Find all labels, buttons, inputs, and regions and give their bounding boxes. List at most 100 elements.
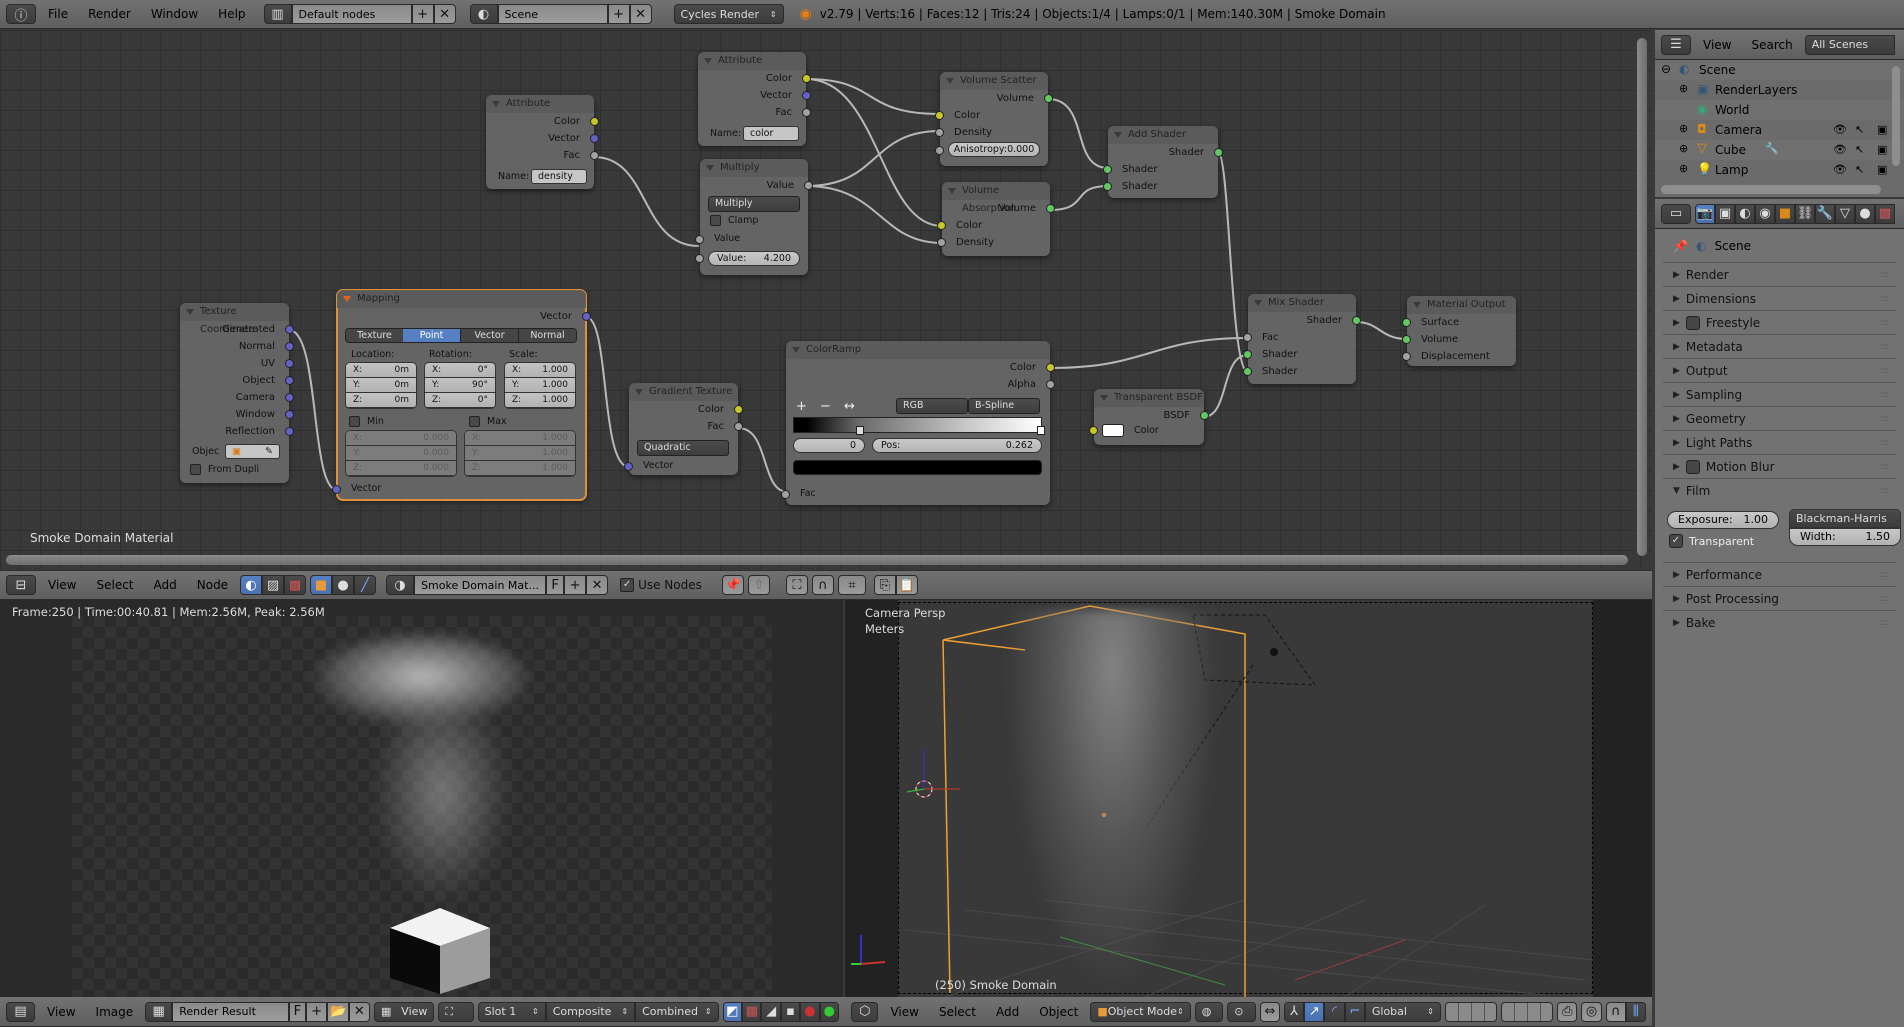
socket[interactable] <box>1046 363 1055 372</box>
object-shader-icon[interactable]: ■ <box>310 575 333 595</box>
socket[interactable] <box>804 181 813 190</box>
menu-view[interactable]: View <box>1695 38 1739 52</box>
texture-nodes-icon[interactable]: ▩ <box>284 575 307 595</box>
parent-tree-icon[interactable]: ⇧ <box>747 575 770 595</box>
socket[interactable] <box>781 490 790 499</box>
drag-handle[interactable]: :::: <box>1880 390 1889 400</box>
expand-icon[interactable]: ⊕ <box>1679 162 1688 175</box>
unlink-image-button[interactable]: ✕ <box>348 1001 371 1022</box>
node-add-shader[interactable]: Add Shader Shader Shader Shader <box>1103 126 1223 198</box>
socket[interactable] <box>1103 182 1112 191</box>
ramp-stop-end[interactable] <box>1037 426 1045 435</box>
location-y[interactable]: Y: 0m <box>346 378 416 393</box>
drag-handle[interactable]: :::: <box>1880 486 1889 496</box>
shader-nodes-icon[interactable]: ◐ <box>240 575 263 595</box>
selectable-arrow-icon[interactable]: ↖ <box>1855 143 1864 156</box>
menu-object[interactable]: Object <box>1031 1005 1086 1019</box>
transform-orientation-dropdown[interactable]: Global ⇕ <box>1364 1001 1441 1022</box>
socket[interactable] <box>1402 352 1411 361</box>
node-mix-shader[interactable]: Mix Shader Shader Fac Shader Shader <box>1243 294 1361 384</box>
visibility-eye-icon[interactable]: 👁 <box>1833 143 1847 156</box>
translate-manipulator-icon[interactable]: ↗ <box>1304 1001 1325 1022</box>
menu-file[interactable]: File <box>40 7 76 21</box>
display-color-alpha-icon[interactable]: ◩ <box>722 1001 743 1022</box>
menu-add[interactable]: Add <box>988 1005 1027 1019</box>
node-volume-absorption[interactable]: Volume Absorption Volume Color Density <box>937 182 1055 256</box>
eyedropper-icon[interactable]: ✎ <box>265 445 273 458</box>
green-channel-icon[interactable]: ● <box>819 1001 839 1022</box>
outliner-row[interactable]: ◉ World <box>1655 100 1904 120</box>
node-mapping[interactable]: Mapping Vector Texture Point Vector Norm… <box>332 289 591 501</box>
panel-motion-blur[interactable]: ▶ Motion Blur:::: <box>1663 455 1896 479</box>
panel-dimensions[interactable]: ▶ Dimensions:::: <box>1663 287 1896 311</box>
fake-user-button[interactable]: F <box>288 1001 307 1022</box>
add-scene-button[interactable]: + <box>607 4 630 24</box>
menu-select[interactable]: Select <box>88 578 141 592</box>
menu-add[interactable]: Add <box>146 578 185 592</box>
use-nodes-checkbox[interactable]: ✓ <box>620 578 635 592</box>
pivot-point-dropdown[interactable]: ⊙ <box>1227 1001 1256 1022</box>
collapse-icon[interactable]: ⊖ <box>1661 62 1671 76</box>
unlink-material-button[interactable]: ✕ <box>586 575 609 595</box>
render-layer-dropdown[interactable]: Composite ⇕ <box>545 1001 636 1022</box>
menu-view[interactable]: View <box>882 1005 926 1019</box>
visibility-eye-icon[interactable]: 👁 <box>1833 123 1847 136</box>
expand-icon[interactable]: ⊕ <box>1679 122 1688 135</box>
outliner-row[interactable]: ⊕ ▣ RenderLayers <box>1655 80 1904 100</box>
scene-field[interactable]: Scene <box>497 4 608 24</box>
visibility-eye-icon[interactable]: 👁 <box>1833 163 1847 176</box>
outliner-item-label[interactable]: RenderLayers <box>1715 83 1797 97</box>
drag-handle[interactable]: :::: <box>1880 462 1889 472</box>
socket[interactable] <box>734 405 743 414</box>
socket[interactable] <box>590 151 599 160</box>
renderable-camera-icon[interactable]: ▣ <box>1877 163 1887 176</box>
location-z[interactable]: Z: 0m <box>346 393 416 408</box>
socket[interactable] <box>937 221 946 230</box>
gradient-type-dropdown[interactable]: Quadratic <box>637 440 729 456</box>
socket[interactable] <box>1089 426 1098 435</box>
horizontal-scrollbar[interactable] <box>6 555 1628 565</box>
scale-manipulator-icon[interactable]: ⌐ <box>1344 1001 1365 1022</box>
drag-handle[interactable]: :::: <box>1880 438 1889 448</box>
active-stop-field[interactable]: 0 <box>793 438 865 453</box>
remove-stop-button[interactable]: − <box>820 399 831 414</box>
pivot-dropdown[interactable]: ⛶ <box>438 1001 474 1022</box>
outliner-hscrollbar[interactable] <box>1661 185 1881 194</box>
rotate-manipulator-icon[interactable]: ◜ <box>1324 1001 1345 1022</box>
render-layers-tab-icon[interactable]: ▣ <box>1715 203 1735 224</box>
expand-icon[interactable]: ⊕ <box>1679 142 1688 155</box>
fake-user-button[interactable]: F <box>546 575 565 595</box>
3d-viewport[interactable]: Camera Persp Meters (250) Smoke Domain <box>845 600 1652 997</box>
panel-performance[interactable]: ▶ Performance:::: <box>1663 563 1896 587</box>
socket[interactable] <box>734 422 743 431</box>
image-browse-icon[interactable]: ▦ <box>145 1001 173 1022</box>
filter-width-field[interactable]: Width: 1.50 <box>1789 528 1901 546</box>
node-material-output[interactable]: Material Output Surface Volume Displacem… <box>1402 296 1516 366</box>
node-texture-coordinate[interactable]: Texture Coordinate Generated Normal UV O… <box>180 303 294 483</box>
socket[interactable] <box>937 238 946 247</box>
socket[interactable] <box>1243 367 1252 376</box>
drag-handle[interactable]: :::: <box>1880 594 1889 604</box>
snap-element-icon[interactable]: ⫼ <box>1625 1001 1647 1022</box>
socket[interactable] <box>695 254 704 263</box>
ramp-stop-active[interactable] <box>856 426 864 435</box>
node-attribute-density[interactable]: Attribute Color Vector Fac Name: density <box>486 95 599 189</box>
scene-icon[interactable]: ◐ <box>469 4 498 24</box>
lock-camera-icon[interactable]: ⎙ <box>1557 1001 1578 1022</box>
menu-help[interactable]: Help <box>210 7 253 21</box>
compositing-nodes-icon[interactable]: ▨ <box>262 575 285 595</box>
menu-node[interactable]: Node <box>189 578 236 592</box>
flip-ramp-button[interactable]: ↔ <box>844 399 855 414</box>
clamp-checkbox[interactable] <box>710 215 721 226</box>
editor-type-3d-view-icon[interactable]: ⬡ <box>851 1001 879 1022</box>
screen-layout-field[interactable]: Default nodes <box>291 4 412 24</box>
outliner-item-label[interactable]: Camera <box>1715 123 1762 137</box>
screen-layout-icon[interactable]: ▥ <box>263 4 292 24</box>
display-zbuffer-icon[interactable]: ▪ <box>780 1001 801 1022</box>
outliner-row[interactable]: ⊕ 💡 Lamp 👁 ↖ ▣ <box>1655 160 1904 180</box>
open-image-button[interactable]: 📂 <box>327 1001 349 1022</box>
node-multiply[interactable]: Multiply Value Multiply Clamp Value Valu… <box>695 159 813 275</box>
world-tab-icon[interactable]: ◉ <box>1755 203 1775 224</box>
from-dupli-checkbox[interactable] <box>190 464 201 475</box>
object-field[interactable]: ▣ ✎ <box>225 444 280 459</box>
